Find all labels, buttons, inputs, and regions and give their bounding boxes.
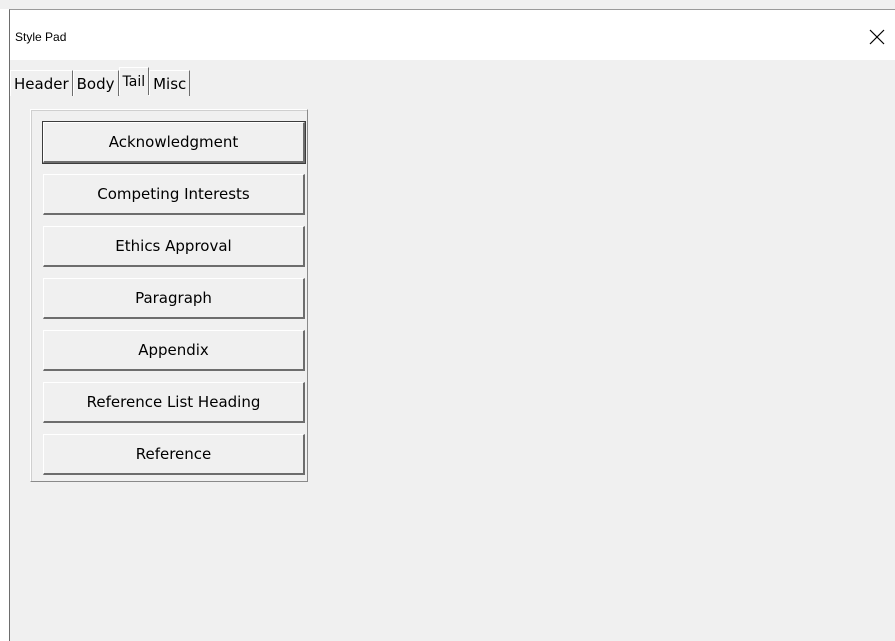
acknowledgment-button[interactable]: Acknowledgment — [42, 121, 306, 164]
reference-button[interactable]: Reference — [43, 434, 305, 475]
reference-list-heading-button[interactable]: Reference List Heading — [43, 382, 305, 423]
tail-panel: Acknowledgment Competing Interests Ethic… — [30, 109, 308, 482]
tab-misc[interactable]: Misc — [149, 70, 191, 96]
close-button[interactable] — [865, 20, 895, 50]
paragraph-button[interactable]: Paragraph — [43, 278, 305, 319]
tab-body[interactable]: Body — [72, 70, 119, 96]
desktop-strip — [0, 0, 895, 9]
close-icon — [869, 29, 885, 45]
window-title: Style Pad — [15, 30, 67, 44]
appendix-button[interactable]: Appendix — [43, 330, 305, 371]
ethics-approval-button[interactable]: Ethics Approval — [43, 226, 305, 267]
style-pad-window: Style Pad Header Body Tail Misc Acknowle… — [9, 9, 895, 641]
tab-tail[interactable]: Tail — [118, 67, 150, 95]
competing-interests-button[interactable]: Competing Interests — [43, 174, 305, 215]
tab-strip: Header Body Tail Misc — [10, 67, 191, 98]
title-bar: Style Pad — [10, 10, 895, 60]
tab-header[interactable]: Header — [10, 70, 73, 96]
